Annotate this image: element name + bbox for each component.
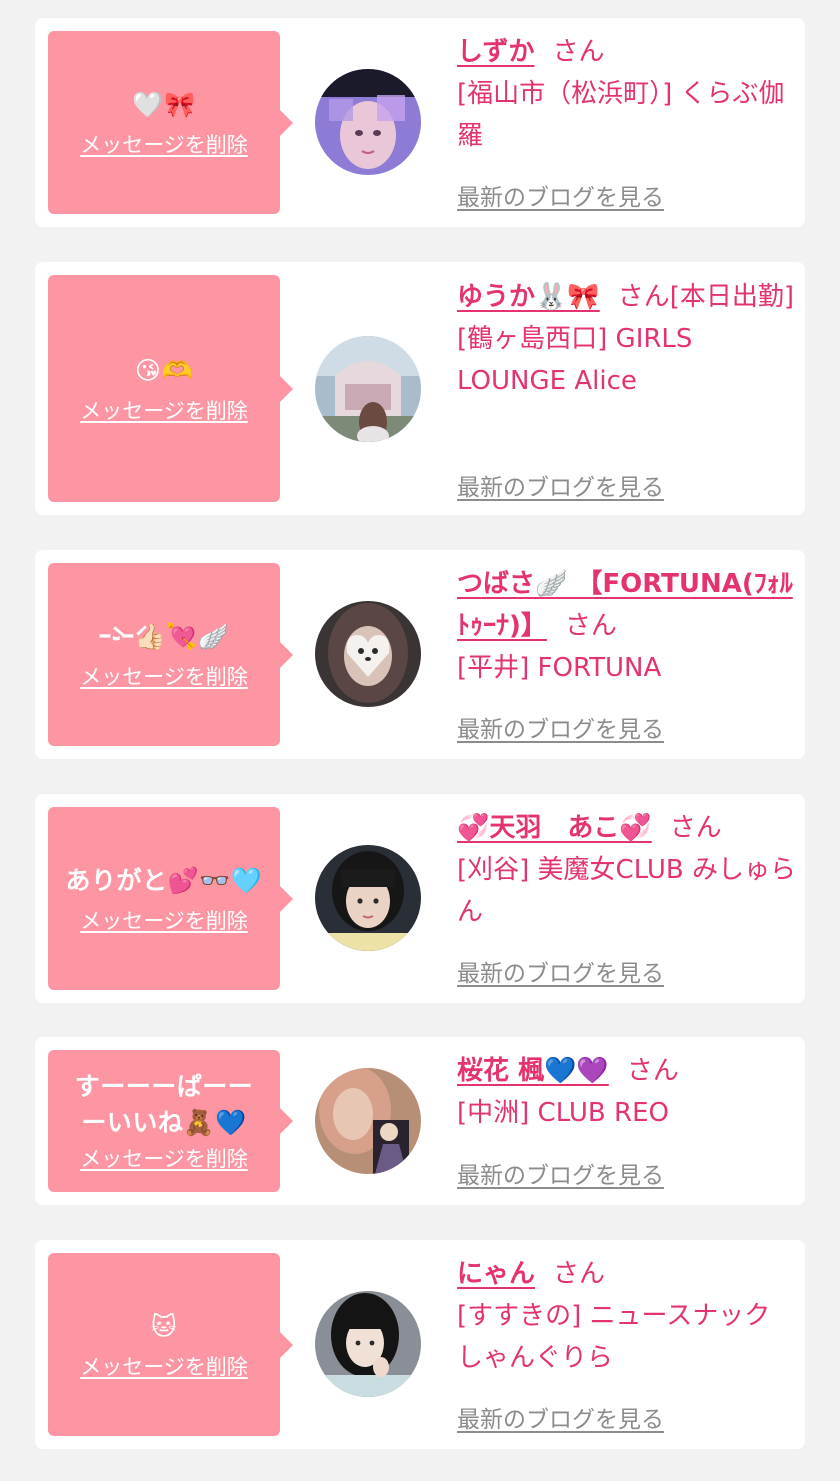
- avatar-photo-icon: [315, 845, 421, 951]
- list-item: 🤍🎀 メッセージを削除 しずか さん [福山市（松浜町）] くらぶ伽羅 最新のブロ…: [35, 18, 805, 227]
- honorific: さん: [626, 1056, 679, 1086]
- shop-name: [すすきの] ニュースナック しゃんぐりら: [457, 1301, 771, 1373]
- girl-name-link[interactable]: にゃん: [457, 1259, 535, 1289]
- girl-name-link[interactable]: つばさ🪽 【FORTUNA(ﾌｫﾙﾄｩｰﾅ)】: [457, 569, 793, 641]
- message-bubble: ｰ̀֊ｰ́👍🏻💘🪽 メッセージを削除: [48, 563, 293, 746]
- girl-name-link[interactable]: しずか: [457, 37, 534, 67]
- honorific: さん: [669, 813, 722, 843]
- message-list: 🤍🎀 メッセージを削除 しずか さん [福山市（松浜町）] くらぶ伽羅 最新のブロ…: [0, 0, 840, 1481]
- list-item: すーーーぱーーーいいね🧸💙 メッセージを削除 桜花 楓💙💜 さん [中洲] CLU…: [35, 1037, 805, 1205]
- shop-name: [平井] FORTUNA: [457, 653, 662, 683]
- avatar-photo-icon: [315, 1291, 421, 1397]
- latest-blog-link[interactable]: 最新のブログを見る: [457, 178, 664, 212]
- girl-name-link[interactable]: 桜花 楓💙💜: [457, 1056, 609, 1086]
- latest-blog-link[interactable]: 最新のブログを見る: [457, 468, 664, 502]
- girl-info: にゃん さん [すすきの] ニュースナック しゃんぐりら: [457, 1253, 797, 1379]
- girl-info: ゆうか🐰🎀 さん[本日出勤] [鶴ヶ島西口] GIRLS LOUNGE Alice: [457, 276, 797, 402]
- avatar[interactable]: [315, 845, 421, 951]
- shop-name: [福山市（松浜町）] くらぶ伽羅: [457, 79, 785, 151]
- avatar[interactable]: [315, 601, 421, 707]
- message-bubble: ありがと💕👓🩵 メッセージを削除: [48, 807, 293, 990]
- honorific: さん: [564, 611, 617, 641]
- avatar-photo-icon: [315, 336, 421, 442]
- message-bubble: 🤍🎀 メッセージを削除: [48, 31, 293, 214]
- avatar-photo-icon: [315, 1068, 421, 1174]
- latest-blog-link[interactable]: 最新のブログを見る: [457, 1400, 664, 1434]
- message-text: 🤍🎀: [132, 89, 196, 119]
- honorific: さん: [552, 37, 605, 67]
- list-item: ありがと💕👓🩵 メッセージを削除 💞天羽 あこ💞 さん [刈谷] 美魔女CLUB …: [35, 794, 805, 1003]
- honorific: さん: [617, 282, 670, 312]
- avatar[interactable]: [315, 336, 421, 442]
- avatar[interactable]: [315, 69, 421, 175]
- girl-name-link[interactable]: ゆうか🐰🎀: [457, 282, 600, 312]
- avatar-photo-icon: [315, 601, 421, 707]
- girl-info: 💞天羽 あこ💞 さん [刈谷] 美魔女CLUB みしゅらん: [457, 807, 797, 933]
- message-bubble: 😘🫶 メッセージを削除: [48, 275, 293, 502]
- avatar[interactable]: [315, 1068, 421, 1174]
- message-text: ありがと💕👓🩵: [65, 865, 263, 895]
- delete-message-link[interactable]: メッセージを削除: [80, 395, 248, 425]
- list-item: ｰ̀֊ｰ́👍🏻💘🪽 メッセージを削除 つばさ🪽 【FORTUNA(ﾌｫﾙﾄｩｰﾅ…: [35, 550, 805, 759]
- message-bubble: すーーーぱーーーいいね🧸💙 メッセージを削除: [48, 1050, 293, 1192]
- avatar-photo-icon: [315, 69, 421, 175]
- message-text: ｰ̀֊ｰ́👍🏻💘🪽: [98, 621, 230, 651]
- message-text: 😘🫶: [134, 355, 194, 385]
- message-text: すーーーぱーーーいいね🧸💙: [74, 1072, 254, 1137]
- delete-message-link[interactable]: メッセージを削除: [80, 1351, 248, 1381]
- girl-info: つばさ🪽 【FORTUNA(ﾌｫﾙﾄｩｰﾅ)】 さん [平井] FORTUNA: [457, 563, 797, 689]
- delete-message-link[interactable]: メッセージを削除: [80, 1143, 248, 1173]
- latest-blog-link[interactable]: 最新のブログを見る: [457, 1156, 664, 1190]
- girl-info: 桜花 楓💙💜 さん [中洲] CLUB REO: [457, 1050, 797, 1134]
- shop-name: [中洲] CLUB REO: [457, 1098, 669, 1128]
- delete-message-link[interactable]: メッセージを削除: [80, 661, 248, 691]
- girl-name-link[interactable]: 💞天羽 あこ💞: [457, 813, 652, 843]
- latest-blog-link[interactable]: 最新のブログを見る: [457, 710, 664, 744]
- avatar[interactable]: [315, 1291, 421, 1397]
- shop-name: [鶴ヶ島西口] GIRLS LOUNGE Alice: [457, 324, 693, 396]
- list-item: 🐱 メッセージを削除 にゃん さん [すすきの] ニュースナック しゃんぐりら 最…: [35, 1240, 805, 1449]
- latest-blog-link[interactable]: 最新のブログを見る: [457, 954, 664, 988]
- delete-message-link[interactable]: メッセージを削除: [80, 129, 248, 159]
- honorific: さん: [553, 1259, 606, 1289]
- girl-info: しずか さん [福山市（松浜町）] くらぶ伽羅: [457, 31, 797, 157]
- work-status: [本日出勤]: [669, 282, 795, 312]
- list-item: 😘🫶 メッセージを削除 ゆうか🐰🎀 さん[本日出勤] [鶴ヶ島西口] GIRLS …: [35, 262, 805, 515]
- delete-message-link[interactable]: メッセージを削除: [80, 905, 248, 935]
- shop-name: [刈谷] 美魔女CLUB みしゅらん: [457, 855, 797, 927]
- message-text: 🐱: [150, 1311, 178, 1341]
- message-bubble: 🐱 メッセージを削除: [48, 1253, 293, 1436]
